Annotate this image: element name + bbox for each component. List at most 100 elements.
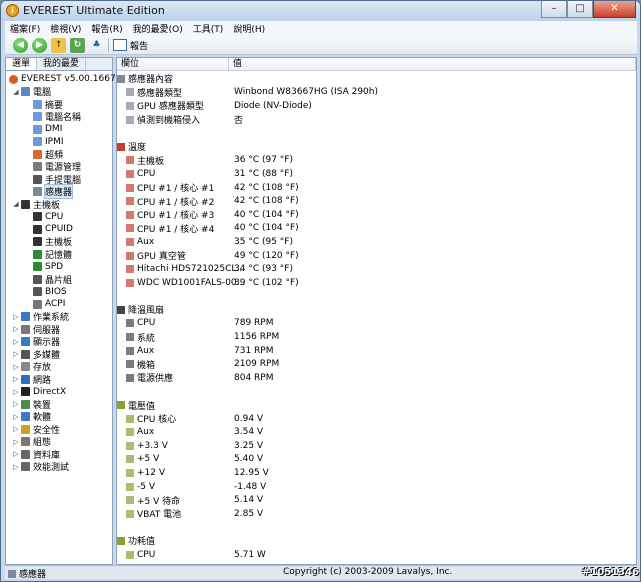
favorites-button[interactable]: ♣ xyxy=(89,38,104,53)
sensor-row[interactable]: Aux 3.54 V xyxy=(117,425,636,439)
tree-item[interactable]: ▷ 作業系統 xyxy=(6,311,112,323)
sensor-row[interactable]: +3.3 V 3.25 V xyxy=(117,439,636,453)
tree-item[interactable]: ▷ 顯示器 xyxy=(6,336,112,348)
tree-item[interactable]: 手提電腦 xyxy=(6,173,112,186)
tree-item[interactable]: ▷ 存放 xyxy=(6,361,112,373)
up-folder-button[interactable]: ↑ xyxy=(51,37,66,53)
maximize-button[interactable]: □ xyxy=(567,1,593,18)
expander-icon[interactable]: ▷ xyxy=(12,325,20,333)
sensor-row[interactable]: 感應器類型 Winbond W83667HG (ISA 290h) xyxy=(117,86,636,100)
sensor-row[interactable]: GPU 真空管 49 °C (120 °F) xyxy=(117,249,636,263)
sensor-row[interactable]: +5 V 待命 5.14 V xyxy=(117,493,636,507)
tree-item[interactable]: BIOS xyxy=(6,286,112,299)
tree-item[interactable]: 電源管理 xyxy=(6,161,112,173)
tree-item[interactable]: ▷ 安全性 xyxy=(6,423,112,436)
section-header[interactable]: 溫度 xyxy=(117,140,636,154)
tree-item[interactable]: SPD xyxy=(6,261,112,274)
sensor-row[interactable]: CPU 核心 0.94 V xyxy=(117,412,636,426)
tree-item[interactable]: 主機板 xyxy=(6,236,112,248)
sensor-row[interactable]: +12 V 12.95 V xyxy=(117,466,636,480)
tab-favorites[interactable]: 我的最愛 xyxy=(37,58,87,70)
tree-item[interactable]: 摘要 xyxy=(6,98,112,111)
tree-item[interactable]: CPU xyxy=(6,211,112,224)
sensor-row[interactable]: 電源供應 804 RPM xyxy=(117,371,636,385)
report-icon[interactable] xyxy=(113,39,127,51)
tree-item[interactable]: DMI xyxy=(6,123,112,136)
expander-icon[interactable]: ▷ xyxy=(12,450,20,458)
section-header[interactable]: 功耗值 xyxy=(117,534,636,548)
tree-item[interactable]: 晶片組 xyxy=(6,273,112,286)
sensor-row[interactable]: WDC WD1001FALS-00... 39 °C (102 °F) xyxy=(117,276,636,290)
tree-item[interactable]: ▷ 效能測試 xyxy=(6,461,112,473)
expander-icon[interactable]: ▷ xyxy=(12,350,20,358)
section-header[interactable]: 降溫風扇 xyxy=(117,303,636,317)
tree-item[interactable]: ACPI xyxy=(6,298,112,311)
minimize-button[interactable]: – xyxy=(541,1,567,18)
report-button-label[interactable]: 報告 xyxy=(130,39,148,52)
expander-icon[interactable]: ▷ xyxy=(12,463,20,471)
tree-item[interactable]: ▷ 軟體 xyxy=(6,411,112,423)
section-header[interactable]: 感應器內容 xyxy=(117,72,636,86)
tree-item[interactable]: ▷ 裝置 xyxy=(6,398,112,411)
close-button[interactable]: ✕ xyxy=(593,1,636,18)
tree-item[interactable]: ◢ 電腦 xyxy=(6,86,112,98)
tree-item[interactable]: ▷ 組態 xyxy=(6,436,112,448)
expander-icon[interactable]: ▷ xyxy=(12,438,20,446)
sensor-row[interactable]: 系統 1156 RPM xyxy=(117,330,636,344)
menu-view[interactable]: 檢視(V) xyxy=(45,22,86,35)
sensor-row[interactable]: 主機板 36 °C (97 °F) xyxy=(117,154,636,168)
expander-icon[interactable]: ▷ xyxy=(12,338,20,346)
tree-item[interactable]: 電腦名稱 xyxy=(6,111,112,123)
sensor-row[interactable]: CPU #1 / 核心 #4 40 °C (104 °F) xyxy=(117,222,636,236)
menu-tools[interactable]: 工具(T) xyxy=(188,22,229,35)
tree-item[interactable]: ▷ 資料庫 xyxy=(6,448,112,461)
tree-item[interactable]: ▷ 多媒體 xyxy=(6,348,112,361)
menu-favorites[interactable]: 我的最愛(O) xyxy=(128,22,188,35)
expander-icon[interactable]: ◢ xyxy=(12,200,20,208)
sensor-row[interactable]: Aux 35 °C (95 °F) xyxy=(117,235,636,249)
sensor-row[interactable]: CPU #1 / 核心 #2 42 °C (108 °F) xyxy=(117,194,636,208)
sensor-row[interactable]: GPU 感應器類型 Diode (NV-Diode) xyxy=(117,99,636,113)
sensor-row[interactable]: VBAT 電池 2.85 V xyxy=(117,507,636,521)
expander-icon[interactable]: ▷ xyxy=(12,425,20,433)
tree-item[interactable]: CPUID xyxy=(6,223,112,236)
sensor-row[interactable]: CPU 31 °C (88 °F) xyxy=(117,167,636,181)
expander-icon[interactable]: ▷ xyxy=(12,363,20,371)
sensor-row[interactable]: CPU #1 / 核心 #1 42 °C (108 °F) xyxy=(117,181,636,195)
expander-icon[interactable]: ▷ xyxy=(12,313,20,321)
sensor-row[interactable]: Aux 731 RPM xyxy=(117,344,636,358)
sensor-row[interactable]: 機箱 2109 RPM xyxy=(117,357,636,371)
sensor-row[interactable]: -5 V -1.48 V xyxy=(117,480,636,494)
forward-button[interactable]: ▶ xyxy=(32,37,47,53)
tree-item[interactable]: 感應器 xyxy=(6,184,112,200)
tree-item[interactable]: ▷ 伺服器 xyxy=(6,323,112,336)
expander-icon[interactable]: ▷ xyxy=(12,400,20,408)
sensor-row[interactable]: CPU #1 / 核心 #3 40 °C (104 °F) xyxy=(117,208,636,222)
expander-icon[interactable]: ▷ xyxy=(12,375,20,383)
back-button[interactable]: ◀ xyxy=(13,37,28,53)
tree-item[interactable]: ▷ DirectX xyxy=(6,386,112,399)
tree-item[interactable]: ◢ 主機板 xyxy=(6,198,112,211)
menu-file[interactable]: 檔案(F) xyxy=(5,22,45,35)
sensor-row[interactable]: CPU 789 RPM xyxy=(117,317,636,331)
title-bar[interactable]: i EVEREST Ultimate Edition – □ ✕ xyxy=(1,1,640,21)
tree-item[interactable]: IPMI xyxy=(6,136,112,149)
menu-help[interactable]: 說明(H) xyxy=(228,22,270,35)
sensor-row[interactable]: CPU 5.71 W xyxy=(117,548,636,562)
tree-item[interactable]: ▷ 網路 xyxy=(6,373,112,386)
expander-icon[interactable]: ◢ xyxy=(12,88,20,96)
sensor-row[interactable]: Hitachi HDS721025CL... 34 °C (93 °F) xyxy=(117,262,636,276)
tab-menu[interactable]: 選單 xyxy=(6,58,38,70)
section-header[interactable]: 電壓值 xyxy=(117,398,636,412)
tree-item[interactable]: EVEREST v5.00.1667 Beta xyxy=(6,73,139,86)
refresh-button[interactable]: ↻ xyxy=(70,37,85,53)
column-header-field[interactable]: 欄位 xyxy=(117,58,229,70)
expander-icon[interactable]: ▷ xyxy=(12,413,20,421)
expander-icon[interactable]: ▷ xyxy=(12,388,20,396)
sensor-row[interactable]: +5 V 5.40 V xyxy=(117,453,636,467)
sensor-row[interactable]: 偵測到機箱侵入 否 xyxy=(117,113,636,127)
tree-item[interactable]: 記憶體 xyxy=(6,248,112,261)
column-header-value[interactable]: 值 xyxy=(229,58,636,70)
tree-item[interactable]: 超頻 xyxy=(6,148,112,161)
menu-report[interactable]: 報告(R) xyxy=(86,22,127,35)
